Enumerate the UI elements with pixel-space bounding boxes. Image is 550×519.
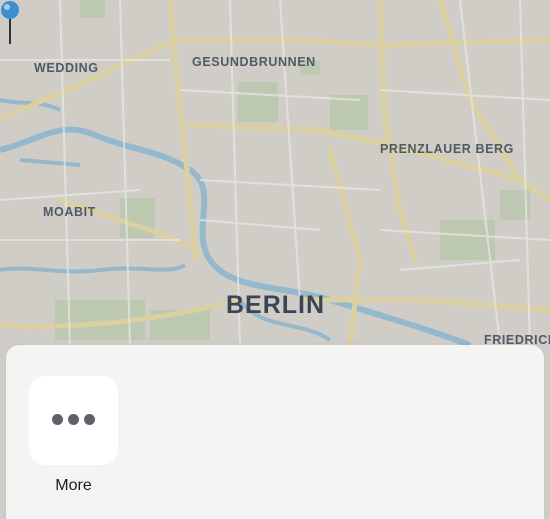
district-label-prenzlauer-berg: PRENZLAUER BERG bbox=[380, 142, 515, 156]
ellipsis-dot bbox=[84, 414, 95, 425]
more-button[interactable] bbox=[29, 376, 118, 465]
more-button-label: More bbox=[55, 477, 92, 494]
ellipsis-icon bbox=[29, 414, 118, 425]
location-pin-icon[interactable] bbox=[0, 0, 20, 44]
city-label-berlin: BERLIN bbox=[226, 291, 326, 319]
ellipsis-dot bbox=[68, 414, 79, 425]
district-label-moabit: MOABIT bbox=[43, 205, 96, 219]
ellipsis-dot bbox=[52, 414, 63, 425]
action-sheet: More bbox=[6, 345, 544, 519]
district-label-gesundbrunnen: GESUNDBRUNNEN bbox=[192, 55, 316, 69]
screen: WEDDING GESUNDBRUNNEN PRENZLAUER BERG MO… bbox=[0, 0, 550, 519]
district-label-wedding: WEDDING bbox=[34, 61, 99, 75]
